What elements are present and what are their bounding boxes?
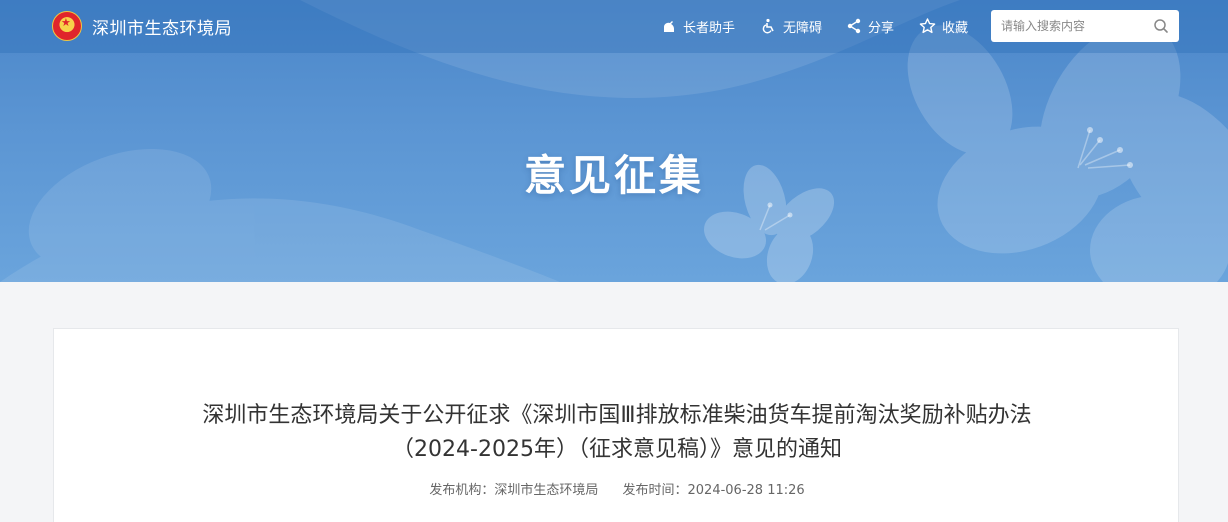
tool-accessibility[interactable]: 无障碍 [761,17,822,36]
search-input[interactable] [1001,19,1141,33]
tool-favorite[interactable]: 收藏 [919,17,968,36]
elderly-assist-icon [664,21,674,32]
accessibility-icon [762,18,774,34]
tool-favorite-label: 收藏 [942,20,969,36]
tool-accessibility-label: 无障碍 [783,20,823,36]
article-card: 深圳市生态环境局关于公开征求《深圳市国Ⅲ排放标准柴油货车提前淘汰奖励补贴办法 （… [53,328,1179,522]
banner: 深圳市生态环境局 长者助手 无障碍 [0,0,1228,282]
search-icon[interactable] [1153,18,1169,34]
site-logo[interactable]: 深圳市生态环境局 [52,11,232,41]
publisher: 发布机构：深圳市生态环境局 [429,483,598,498]
publish-time-value: 2024-06-28 11:26 [687,483,805,498]
page: 深圳市生态环境局 长者助手 无障碍 [0,0,1228,522]
site-name: 深圳市生态环境局 [92,18,232,39]
article-meta: 发布机构：深圳市生态环境局 发布时间：2024-06-28 11:26 [54,479,1180,498]
tool-elderly-assist[interactable]: 长者助手 [661,17,735,36]
search-box [991,10,1179,42]
top-bar: 深圳市生态环境局 长者助手 无障碍 [0,0,1228,53]
banner-title: 意见征集 [523,151,704,200]
tool-share[interactable]: 分享 [846,17,894,36]
article-title-line-1: 深圳市生态环境局关于公开征求《深圳市国Ⅲ排放标准柴油货车提前淘汰奖励补贴办法 [202,403,1032,428]
article-title-line-2: （2024-2025年）（征求意见稿）》意见的通知 [392,437,842,462]
tool-elderly-assist-label: 长者助手 [683,20,736,36]
publish-time: 发布时间：2024-06-28 11:26 [623,483,805,498]
star-icon [919,18,936,34]
national-emblem-icon [52,11,82,41]
publisher-label: 发布机构： [429,483,495,498]
share-icon [847,18,861,34]
article-title: 深圳市生态环境局关于公开征求《深圳市国Ⅲ排放标准柴油货车提前淘汰奖励补贴办法 （… [54,399,1180,467]
publish-time-label: 发布时间： [622,483,688,498]
tool-share-label: 分享 [868,20,895,36]
publisher-value: 深圳市生态环境局 [494,483,599,498]
